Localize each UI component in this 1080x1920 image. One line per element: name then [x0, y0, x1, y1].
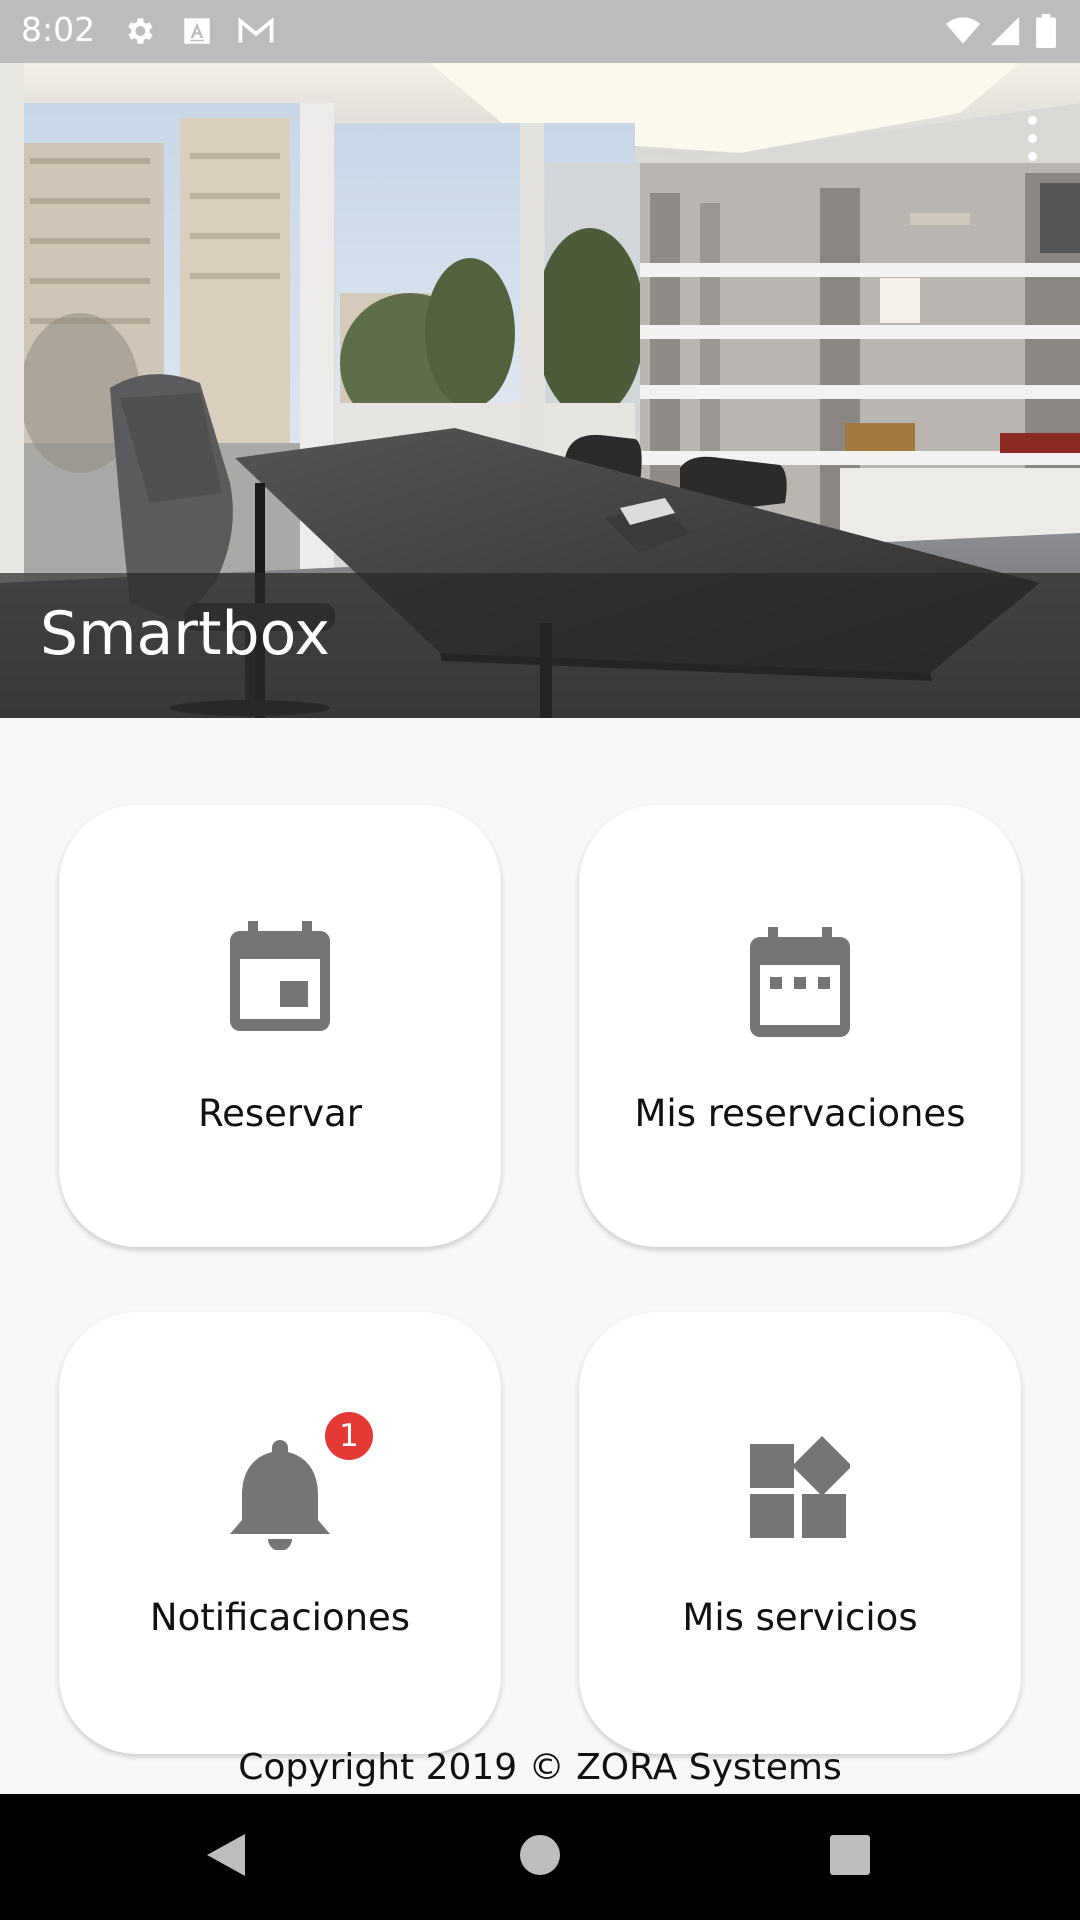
calendar-dots-icon — [750, 927, 850, 1037]
back-icon[interactable] — [191, 1820, 261, 1890]
bell-icon — [230, 1440, 330, 1550]
font-a-icon — [184, 18, 210, 44]
app-title: Smartbox — [40, 599, 330, 669]
navigation-bar — [0, 1794, 1080, 1920]
recents-icon[interactable] — [815, 1820, 885, 1890]
notificaciones-card[interactable]: 1 Notificaciones — [59, 1312, 501, 1754]
copyright-text: Copyright 2019 © ZORA Systems — [238, 1747, 842, 1788]
status-bar: 8:02 — [0, 0, 1080, 63]
title-band: Smartbox — [0, 573, 1080, 718]
mis-reservaciones-label: Mis reservaciones — [634, 1092, 966, 1135]
wifi-icon — [946, 17, 980, 44]
calendar-today-icon — [230, 921, 330, 1031]
status-time: 8:02 — [21, 10, 96, 49]
mis-servicios-card[interactable]: Mis servicios — [579, 1312, 1021, 1754]
header-banner: Smartbox — [0, 63, 1080, 718]
widgets-icon — [750, 1436, 850, 1538]
notificaciones-label: Notificaciones — [149, 1596, 411, 1639]
reservar-label: Reservar — [198, 1092, 362, 1135]
home-icon[interactable] — [505, 1820, 575, 1890]
mis-reservaciones-card[interactable]: Mis reservaciones — [579, 805, 1021, 1247]
mis-servicios-label: Mis servicios — [682, 1596, 918, 1639]
notification-badge: 1 — [325, 1412, 373, 1460]
more-vert-icon[interactable] — [1010, 108, 1054, 168]
gmail-icon — [238, 17, 274, 43]
reservar-card[interactable]: Reservar — [59, 805, 501, 1247]
gear-icon — [128, 18, 153, 44]
battery-icon — [1036, 14, 1056, 48]
signal-icon — [990, 16, 1020, 46]
